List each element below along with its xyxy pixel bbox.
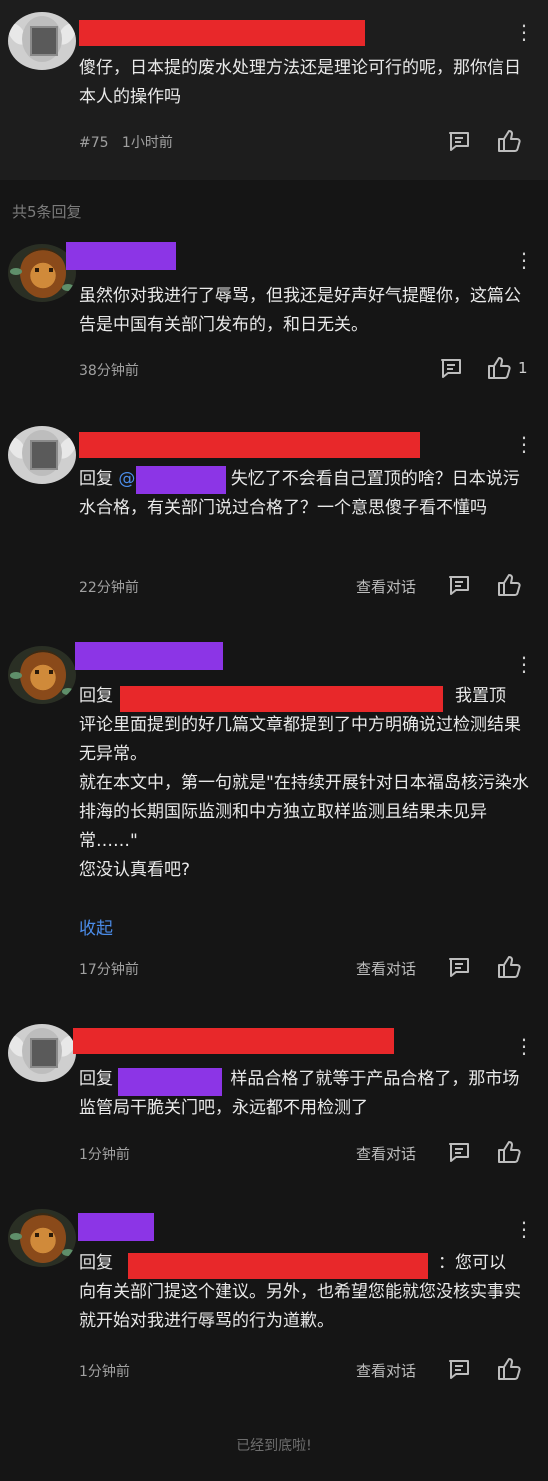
reply-body: 评论里面提到的好几篇文章都提到了中方明确说过检测结果无异常。 就在本文中，第一句… xyxy=(79,715,529,880)
comment-time: 1小时前 xyxy=(121,135,173,151)
lion-avatar[interactable] xyxy=(8,646,76,704)
redacted-username xyxy=(73,1028,394,1054)
reply-prefix: 回复 xyxy=(79,1253,113,1273)
like-icon[interactable] xyxy=(496,1356,522,1382)
reply-time: 1分钟前 xyxy=(79,1364,130,1380)
redacted-mention xyxy=(120,686,443,712)
reply-text: 虽然你对我进行了辱骂，但我还是好声好气提醒你，这篇公告是中国有关部门发布的，和日… xyxy=(79,286,521,335)
view-conversation-link[interactable]: 查看对话 xyxy=(356,576,416,597)
redacted-username xyxy=(79,20,365,46)
reply-prefix: 回复 xyxy=(79,686,113,706)
comment-meta: #75 1小时前 xyxy=(79,132,173,152)
reply-text-tail: 我置顶 xyxy=(455,686,506,706)
reply-icon[interactable] xyxy=(446,1356,472,1382)
reply-text-tail: ：您可以 xyxy=(438,1253,506,1273)
reply-time: 17分钟前 xyxy=(79,962,139,978)
reply-icon[interactable] xyxy=(446,1139,472,1165)
reply-time: 22分钟前 xyxy=(79,580,139,596)
redacted-username xyxy=(66,242,176,270)
reply-icon[interactable] xyxy=(438,355,464,381)
like-count: 1 xyxy=(518,359,528,377)
main-comment: ⋮ 傻仔，日本提的废水处理方法还是理论可行的呢，那你信日本人的操作吗 #75 1… xyxy=(0,0,548,180)
like-icon[interactable] xyxy=(496,954,522,980)
floor-number: #75 xyxy=(79,135,109,151)
replies-count-label: 共5条回复 xyxy=(12,203,82,221)
more-options-icon[interactable]: ⋮ xyxy=(514,432,534,456)
reply-icon[interactable] xyxy=(446,954,472,980)
redacted-mention xyxy=(118,1068,222,1096)
view-conversation-link[interactable]: 查看对话 xyxy=(356,958,416,979)
reply-time: 38分钟前 xyxy=(79,363,139,379)
more-options-icon[interactable]: ⋮ xyxy=(514,1217,534,1241)
collapse-link[interactable]: 收起 xyxy=(79,914,113,939)
view-conversation-link[interactable]: 查看对话 xyxy=(356,1360,416,1381)
like-icon[interactable] xyxy=(486,355,512,381)
mention-link[interactable]: @ xyxy=(118,469,135,489)
like-icon[interactable] xyxy=(496,1139,522,1165)
redacted-username xyxy=(75,642,223,670)
reply-icon[interactable] xyxy=(446,128,472,154)
sheep-avatar[interactable] xyxy=(8,1024,76,1082)
redacted-mention xyxy=(136,466,226,494)
more-options-icon[interactable]: ⋮ xyxy=(514,1034,534,1058)
redacted-mention xyxy=(128,1253,428,1279)
view-conversation-link[interactable]: 查看对话 xyxy=(356,1143,416,1164)
more-options-icon[interactable]: ⋮ xyxy=(514,248,534,272)
redacted-username xyxy=(79,432,420,458)
reply-icon[interactable] xyxy=(446,572,472,598)
reply-body: 向有关部门提这个建议。另外，也希望您能就您没核实事实就开始对我进行辱骂的行为道歉… xyxy=(79,1282,521,1331)
reply-time: 1分钟前 xyxy=(79,1147,130,1163)
lion-avatar[interactable] xyxy=(8,1209,76,1267)
sheep-avatar[interactable] xyxy=(8,12,76,70)
like-icon[interactable] xyxy=(496,128,522,154)
reply-prefix: 回复 xyxy=(79,469,113,489)
like-icon[interactable] xyxy=(496,572,522,598)
more-options-icon[interactable]: ⋮ xyxy=(514,20,534,44)
more-options-icon[interactable]: ⋮ xyxy=(514,652,534,676)
redacted-username xyxy=(78,1213,154,1241)
sheep-avatar[interactable] xyxy=(8,426,76,484)
reply-prefix: 回复 xyxy=(79,1069,113,1089)
comment-text: 傻仔，日本提的废水处理方法还是理论可行的呢，那你信日本人的操作吗 xyxy=(79,58,521,107)
end-of-list-footer: 已经到底啦! xyxy=(236,1438,312,1454)
